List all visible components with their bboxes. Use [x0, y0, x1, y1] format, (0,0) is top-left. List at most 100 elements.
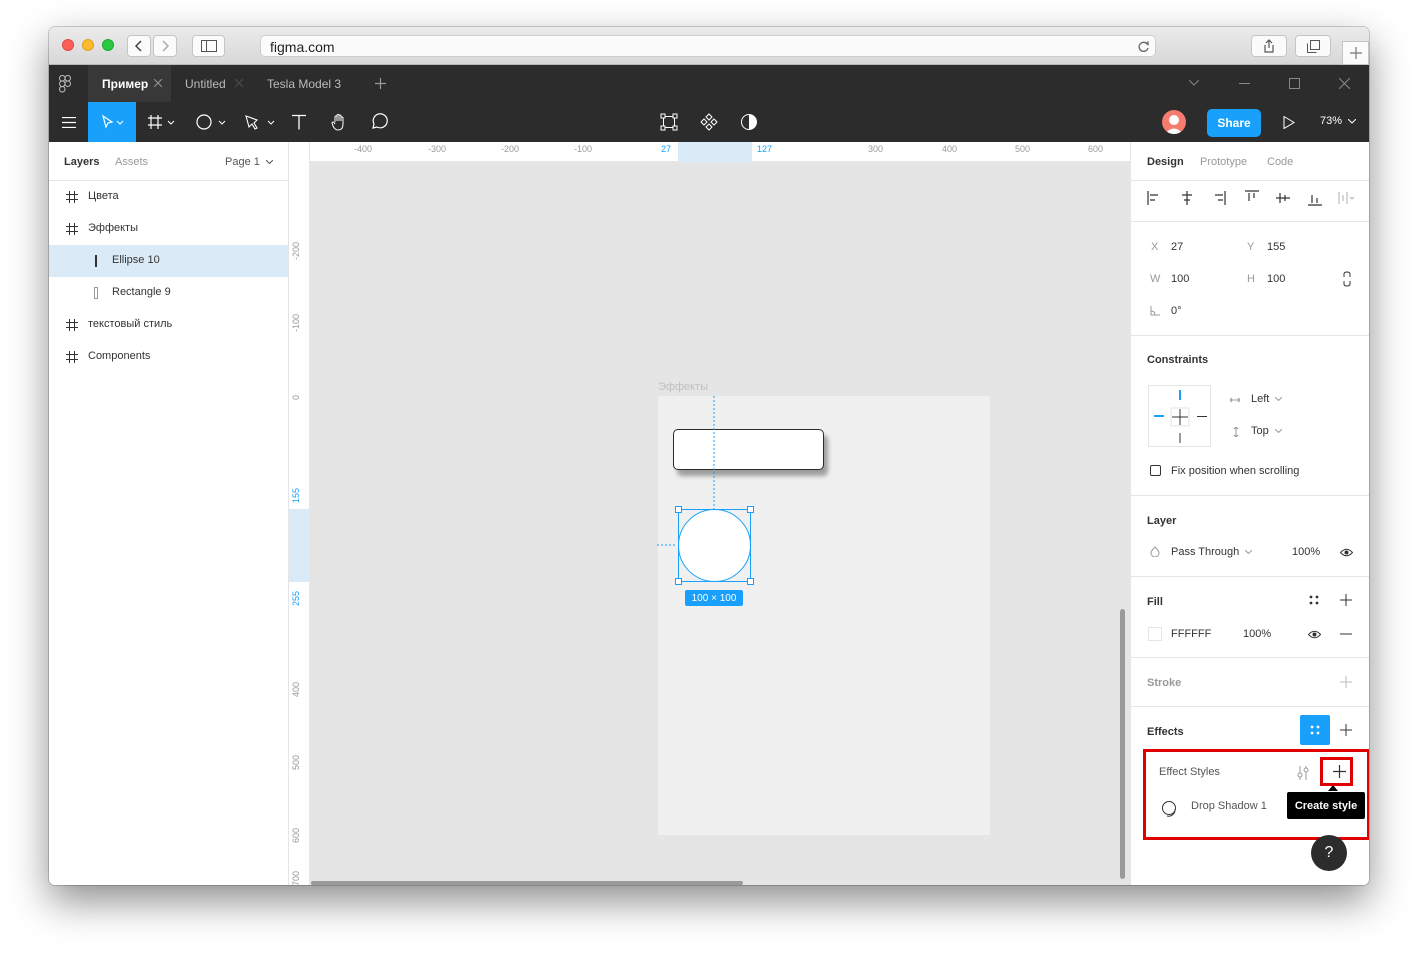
- chevron-down-icon: [1245, 549, 1253, 555]
- hamburger-icon: [61, 116, 76, 128]
- tab-primer[interactable]: Пример: [88, 65, 171, 102]
- play-icon: [1283, 115, 1295, 129]
- resize-frame-button[interactable]: [657, 102, 681, 142]
- main-menu-button[interactable]: [49, 102, 88, 142]
- frame-icon: [148, 115, 175, 129]
- tab-assets[interactable]: Assets: [115, 156, 148, 168]
- w-input[interactable]: 100: [1171, 273, 1189, 285]
- create-component-button[interactable]: [697, 102, 721, 142]
- avatar[interactable]: [1162, 110, 1186, 134]
- vertical-scrollbar[interactable]: [1120, 609, 1125, 879]
- resize-handle[interactable]: [747, 506, 754, 513]
- effect-styles-button[interactable]: [1300, 715, 1330, 745]
- vertical-constraint-dropdown[interactable]: Top: [1251, 425, 1283, 437]
- tab-layers[interactable]: Layers: [64, 156, 99, 168]
- fill-hex-input[interactable]: FFFFFF: [1171, 628, 1211, 640]
- align-left-icon: [1147, 191, 1158, 205]
- constraint-value: Top: [1251, 425, 1269, 437]
- figma-logo-icon[interactable]: [59, 75, 71, 98]
- pen-tool-button[interactable]: [243, 102, 279, 142]
- tab-tesla[interactable]: Tesla Model 3: [253, 65, 363, 102]
- tabs-overview-button[interactable]: [1295, 35, 1331, 57]
- back-button[interactable]: [127, 35, 151, 57]
- page-selector[interactable]: Page 1: [225, 156, 274, 168]
- shape-tool-button[interactable]: [194, 102, 230, 142]
- x-input[interactable]: 27: [1171, 241, 1183, 253]
- hand-tool-button[interactable]: [328, 102, 352, 142]
- layer-frame-text-style[interactable]: текстовый стиль: [49, 309, 288, 341]
- minimize-icon[interactable]: [1239, 83, 1250, 84]
- share-button[interactable]: Share: [1207, 109, 1261, 137]
- tab-code[interactable]: Code: [1267, 156, 1293, 168]
- minimize-window-button[interactable]: [82, 39, 94, 51]
- fix-position-checkbox[interactable]: [1150, 465, 1161, 476]
- fill-opacity-input[interactable]: 100%: [1243, 628, 1271, 640]
- figma-tab-bar: Пример Untitled Tesla Model 3: [49, 65, 1369, 102]
- constrain-proportions-icon[interactable]: [1342, 271, 1352, 287]
- sidebar-toggle-button[interactable]: [192, 35, 225, 57]
- add-stroke-icon[interactable]: [1340, 676, 1352, 688]
- chevron-down-icon: [1274, 428, 1283, 434]
- canvas[interactable]: -400 -300 -200 -100 27 127 300 400 500 6…: [289, 142, 1130, 885]
- layer-frame-effekty[interactable]: Эффекты: [49, 213, 288, 245]
- add-tab-icon[interactable]: [375, 78, 386, 89]
- layer-rectangle-9[interactable]: Rectangle 9: [49, 277, 288, 309]
- remove-fill-icon[interactable]: [1340, 633, 1352, 635]
- close-icon[interactable]: [154, 79, 162, 87]
- rotation-input[interactable]: 0°: [1171, 305, 1182, 317]
- add-effect-icon[interactable]: [1340, 724, 1352, 736]
- close-icon[interactable]: [235, 79, 243, 87]
- resize-handle[interactable]: [675, 506, 682, 513]
- eye-icon[interactable]: [1340, 548, 1353, 557]
- h-input[interactable]: 100: [1267, 273, 1285, 285]
- layer-frame-components[interactable]: Components: [49, 341, 288, 373]
- address-bar[interactable]: figma.com: [260, 35, 1156, 57]
- close-app-icon[interactable]: [1339, 78, 1350, 89]
- design-panel: Design Prototype Code X 27 Y 155 W 100 H…: [1130, 142, 1369, 885]
- layer-ellipse-10[interactable]: Ellipse 10: [49, 245, 288, 277]
- constraints-widget[interactable]: [1148, 385, 1211, 447]
- blend-mode-dropdown[interactable]: Pass Through: [1171, 546, 1253, 558]
- text-tool-button[interactable]: [287, 102, 311, 142]
- tab-untitled[interactable]: Untitled: [171, 65, 251, 102]
- tab-design[interactable]: Design: [1147, 156, 1184, 168]
- help-button[interactable]: ?: [1311, 835, 1347, 871]
- move-tool-button[interactable]: [88, 102, 136, 142]
- resize-handle[interactable]: [747, 578, 754, 585]
- present-button[interactable]: [1277, 102, 1301, 142]
- eye-icon[interactable]: [1308, 630, 1321, 639]
- layer-opacity-input[interactable]: 100%: [1292, 546, 1320, 558]
- chevron-right-icon: [162, 40, 170, 52]
- layer-frame-tsveta[interactable]: Цвета: [49, 181, 288, 213]
- zoom-window-button[interactable]: [102, 39, 114, 51]
- maximize-icon[interactable]: [1289, 78, 1300, 89]
- ellipse-icon: [196, 114, 226, 130]
- horizontal-constraint-dropdown[interactable]: Left: [1251, 393, 1283, 405]
- style-grid-icon[interactable]: [1309, 595, 1319, 605]
- size-badge: 100 × 100: [685, 590, 743, 606]
- divider: [1131, 335, 1369, 336]
- zoom-dropdown[interactable]: 73%: [1320, 115, 1357, 127]
- sidebar-icon: [200, 40, 217, 52]
- y-input[interactable]: 155: [1267, 241, 1285, 253]
- chevron-down-icon[interactable]: [1189, 80, 1199, 86]
- cursor-icon: [101, 114, 124, 129]
- forward-button[interactable]: [153, 35, 177, 57]
- frame-resize-icon: [660, 113, 678, 131]
- blend-mode-value: Pass Through: [1171, 546, 1240, 558]
- tab-prototype[interactable]: Prototype: [1200, 156, 1247, 168]
- comment-tool-button[interactable]: [367, 102, 391, 142]
- reload-icon[interactable]: [1137, 40, 1150, 53]
- resize-handle[interactable]: [675, 578, 682, 585]
- share-page-button[interactable]: [1251, 35, 1287, 57]
- mask-button[interactable]: [737, 102, 761, 142]
- horizontal-scrollbar[interactable]: [311, 881, 743, 885]
- new-tab-button[interactable]: [1342, 41, 1369, 65]
- frame-tool-button[interactable]: [145, 102, 181, 142]
- divider: [1131, 221, 1369, 222]
- constraint-value: Left: [1251, 393, 1270, 405]
- add-fill-icon[interactable]: [1340, 594, 1352, 606]
- zoom-value: 73%: [1320, 115, 1343, 127]
- fill-swatch[interactable]: [1148, 627, 1162, 641]
- close-window-button[interactable]: [62, 39, 74, 51]
